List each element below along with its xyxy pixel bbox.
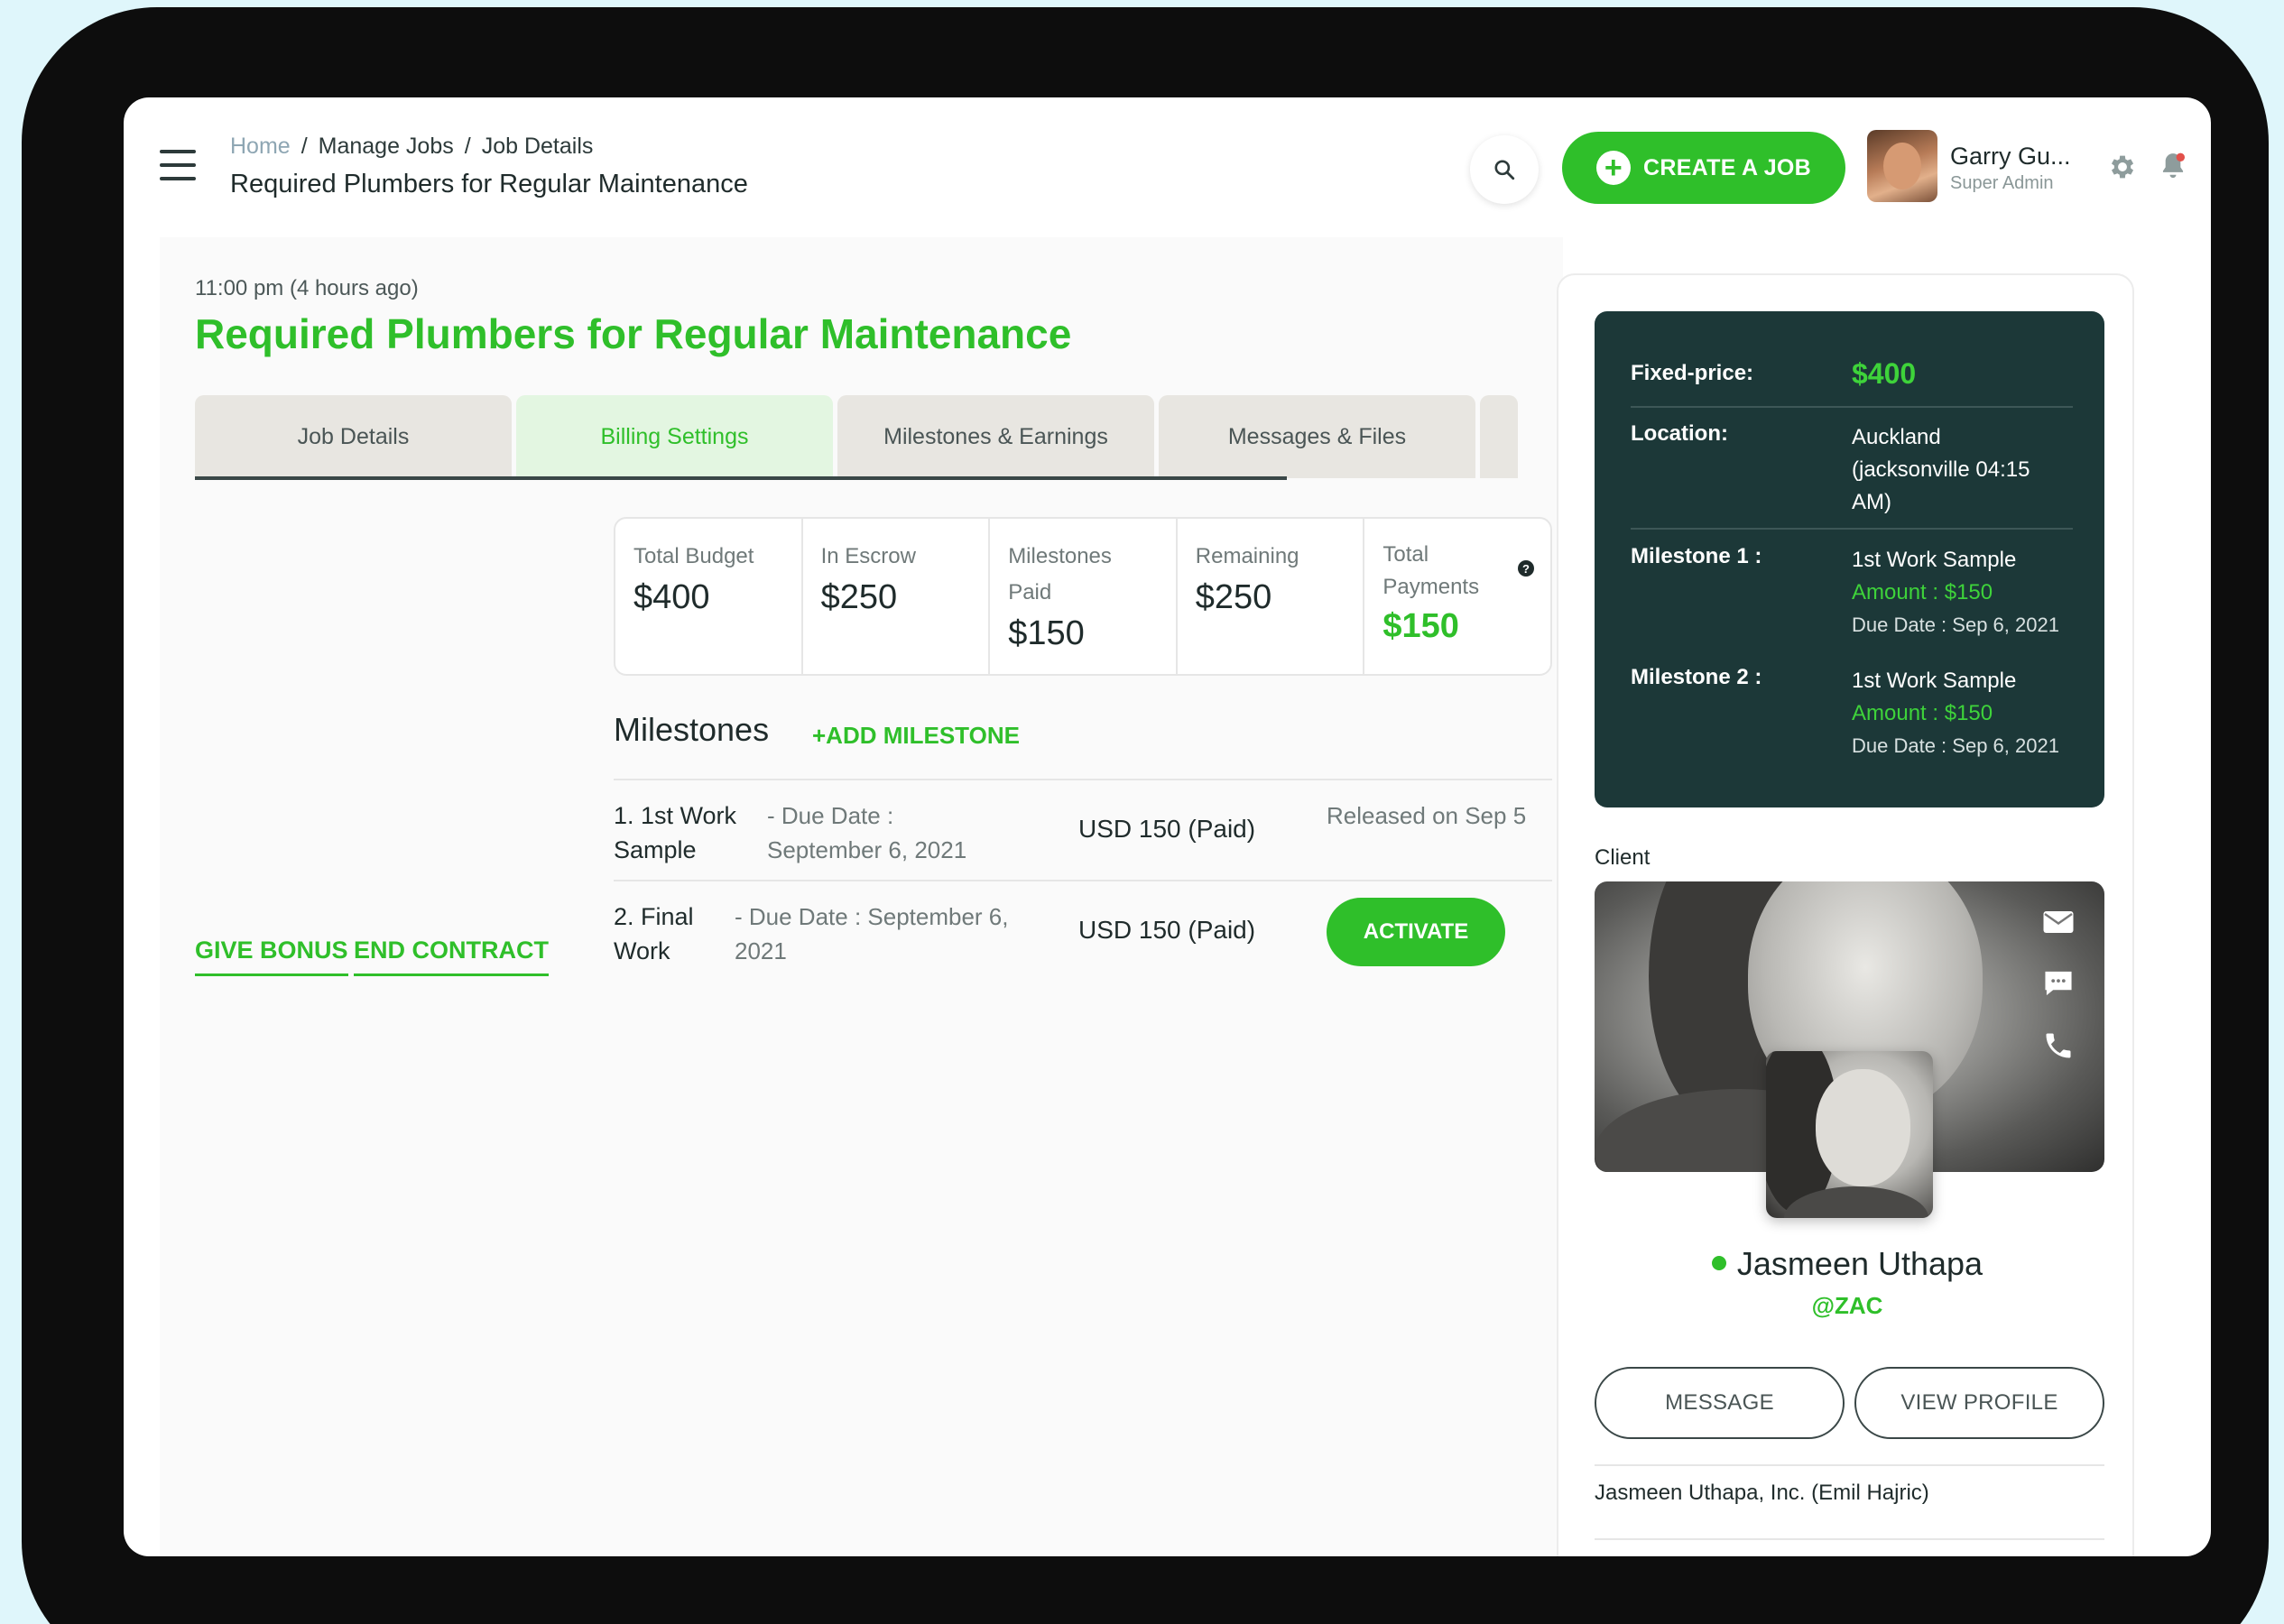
user-role: Super Admin (1950, 173, 2054, 193)
milestone-name: 2. Final Work (614, 903, 694, 964)
bell-icon[interactable] (2158, 150, 2188, 182)
milestone-title: 1st Work Sample (1852, 669, 2017, 693)
search-button[interactable] (1470, 135, 1539, 204)
user-name[interactable]: Garry Gu... (1950, 143, 2071, 171)
tab-billing-settings[interactable]: Billing Settings (516, 395, 833, 478)
stat-total-budget: Total Budget $400 (615, 519, 803, 674)
create-job-button[interactable]: + CREATE A JOB (1562, 132, 1845, 204)
tablet-frame: Home / Manage Jobs / Job Details Required Pl… (22, 7, 2269, 1624)
top-bar: Home / Manage Jobs / Job Details Required Pl… (124, 97, 2211, 237)
stat-value: $150 (1382, 607, 1459, 645)
stat-value: $250 (1195, 578, 1272, 616)
breadcrumb-separator: / (464, 134, 471, 159)
phone-icon[interactable] (2042, 1029, 2075, 1062)
stat-label: Total Payments (1382, 542, 1480, 599)
milestone-due-date: - Due Date : September 6, 2021 (767, 802, 967, 863)
end-contract-button[interactable]: END CONTRACT (354, 937, 549, 976)
milestone-amount: USD 150 (Paid) (1078, 916, 1256, 944)
milestone-title: 1st Work Sample (1852, 548, 2017, 572)
client-name: Jasmeen Uthapa (1558, 1245, 2136, 1283)
stat-label: In Escrow (820, 544, 916, 568)
message-button[interactable]: MESSAGE (1595, 1367, 1845, 1439)
milestone-amount: Amount : $150 (1852, 580, 1993, 604)
milestone-name: 1. 1st Work Sample (614, 802, 737, 863)
job-title: Required Plumbers for Regular Maintenanc… (195, 310, 1072, 357)
job-main-panel: 11:00 pm (4 hours ago) Required Plumbers… (160, 237, 1563, 1556)
milestones-heading: Milestones (614, 711, 770, 748)
summary-label: Fixed-price: (1631, 361, 1754, 385)
tab-overflow[interactable] (1480, 395, 1518, 478)
client-avatar[interactable] (1766, 1051, 1933, 1218)
stat-value: $150 (1008, 614, 1085, 652)
summary-label: Location: (1631, 421, 1728, 446)
mail-icon[interactable] (2042, 909, 2075, 936)
milestone-row: 1. 1st Work Sample - Due Date : Septembe… (614, 779, 1552, 880)
job-timestamp: 11:00 pm (4 hours ago) (195, 276, 419, 300)
stat-remaining: Remaining $250 (1178, 519, 1365, 674)
summary-divider (1631, 406, 2073, 408)
stat-value: $250 (820, 578, 898, 616)
milestone-row: 2. Final Work - Due Date : September 6, … (614, 880, 1552, 981)
sidebar-divider (1595, 1464, 2104, 1466)
stat-label: Milestones Paid (1008, 544, 1112, 604)
tab-milestones-earnings[interactable]: Milestones & Earnings (837, 395, 1154, 478)
job-summary-card: Fixed-price: $400 Location: Auckland (ja… (1595, 311, 2104, 807)
summary-divider (1631, 528, 2073, 530)
summary-label: Milestone 2 : (1631, 665, 1762, 689)
breadcrumb-home[interactable]: Home (230, 134, 291, 159)
breadcrumb-manage-jobs[interactable]: Manage Jobs (319, 134, 454, 159)
activate-button[interactable]: ACTIVATE (1327, 898, 1505, 966)
summary-value: Auckland (jacksonville 04:15 AM) (1852, 425, 2030, 514)
milestone-due-date: Due Date : Sep 6, 2021 (1852, 734, 2059, 757)
tab-underline (195, 476, 1287, 480)
photo-shading (1816, 1069, 1910, 1186)
billing-stats: Total Budget $400 In Escrow $250 Milesto… (614, 517, 1552, 676)
header-title: Required Plumbers for Regular Maintenanc… (230, 170, 748, 198)
app-screen: Home / Manage Jobs / Job Details Required Pl… (124, 97, 2211, 1556)
summary-value: 1st Work Sample Amount : $150 Due Date :… (1852, 665, 2077, 762)
milestones-table: 1. 1st Work Sample - Due Date : Septembe… (614, 779, 1552, 981)
stat-value: $400 (633, 578, 710, 616)
search-icon (1494, 160, 1515, 180)
tab-messages-files[interactable]: Messages & Files (1159, 395, 1475, 478)
summary-value: 1st Work Sample Amount : $150 Due Date :… (1852, 544, 2077, 641)
plus-icon: + (1595, 151, 1631, 185)
client-name-text: Jasmeen Uthapa (1736, 1245, 1983, 1282)
milestone-amount: Amount : $150 (1852, 701, 1993, 725)
help-icon[interactable]: ? (1517, 560, 1534, 577)
stat-total-payments: Total Payments $150 ? (1364, 519, 1550, 674)
client-handle[interactable]: @ZAC (1558, 1292, 2136, 1320)
summary-value: $400 (1852, 357, 1917, 390)
client-company: Jasmeen Uthapa, Inc. (Emil Hajric) (1595, 1481, 1929, 1505)
tab-bar: Job Details Billing Settings Milestones … (195, 395, 1521, 478)
stat-in-escrow: In Escrow $250 (803, 519, 991, 674)
menu-icon[interactable] (160, 150, 196, 180)
breadcrumb: Home / Manage Jobs / Job Details (230, 134, 593, 160)
online-status-dot (1711, 1256, 1726, 1271)
view-profile-button[interactable]: VIEW PROFILE (1854, 1367, 2104, 1439)
client-label: Client (1595, 845, 1651, 870)
stat-label: Total Budget (633, 544, 754, 568)
breadcrumb-separator: / (301, 134, 308, 159)
milestone-status: Released on Sep 5 (1327, 802, 1527, 829)
user-avatar[interactable] (1867, 130, 1937, 202)
job-sidebar: Fixed-price: $400 Location: Auckland (ja… (1557, 273, 2134, 1556)
sidebar-divider (1595, 1538, 2104, 1540)
give-bonus-button[interactable]: GIVE BONUS (195, 937, 348, 976)
summary-label: Milestone 1 : (1631, 544, 1762, 568)
add-milestone-button[interactable]: +ADD MILESTONE (812, 722, 1020, 750)
gear-icon[interactable] (2107, 152, 2138, 182)
milestone-due-date: Due Date : Sep 6, 2021 (1852, 614, 2059, 636)
stat-milestones-paid: Milestones Paid $150 (990, 519, 1178, 674)
milestone-due-date: - Due Date : September 6, 2021 (735, 903, 1009, 964)
create-job-label: CREATE A JOB (1642, 154, 1812, 180)
tab-job-details[interactable]: Job Details (195, 395, 512, 478)
breadcrumb-job-details: Job Details (481, 134, 594, 159)
stat-label: Remaining (1195, 544, 1299, 568)
chat-icon[interactable] (2042, 969, 2075, 998)
milestone-amount: USD 150 (Paid) (1078, 815, 1256, 843)
